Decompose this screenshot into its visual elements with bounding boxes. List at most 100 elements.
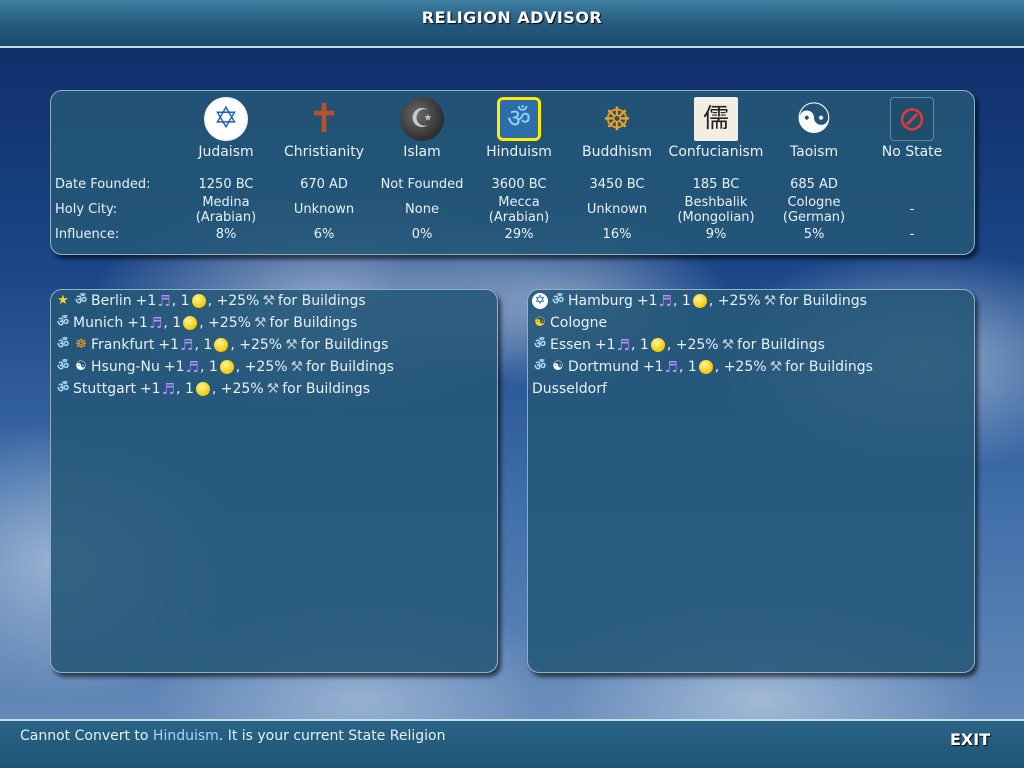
yin-yang-icon[interactable]: ☯ bbox=[792, 97, 836, 141]
production-bonus: +25% bbox=[717, 293, 761, 309]
buddha-icon[interactable]: ☸ bbox=[595, 97, 639, 141]
bonus-description: for Buildings bbox=[300, 337, 389, 353]
culture-bonus: +1 bbox=[594, 337, 616, 353]
separator: , bbox=[211, 381, 217, 397]
title-bar: RELIGION ADVISOR bbox=[0, 0, 1024, 48]
date-founded-value: Not Founded bbox=[380, 177, 464, 192]
culture-note-icon: ♬ bbox=[161, 380, 176, 398]
holy-city-value: Cologne bbox=[787, 195, 841, 210]
confucian-symbol-icon[interactable]: 儒 bbox=[694, 97, 738, 141]
happy-bonus: 1 bbox=[639, 337, 649, 353]
production-bonus: +25% bbox=[239, 337, 283, 353]
religion-name: Christianity bbox=[283, 144, 365, 160]
city-name: Cologne bbox=[550, 315, 608, 331]
star-of-david-icon[interactable]: ✡ bbox=[204, 97, 248, 141]
bonus-description: for Buildings bbox=[269, 315, 358, 331]
production-bonus: +25% bbox=[675, 337, 719, 353]
smiley-icon bbox=[219, 360, 234, 374]
yin-yang-icon: ☯ bbox=[552, 359, 564, 374]
religion-name: Hinduism bbox=[486, 144, 552, 160]
happy-bonus: 1 bbox=[180, 293, 190, 309]
city-row-stuttgart[interactable]: ॐ Stuttgart +1 ♬, 1, +25% ⚒ for Buildings bbox=[51, 378, 497, 400]
separator: , bbox=[714, 359, 720, 375]
separator: , bbox=[673, 293, 678, 309]
city-list-left: ★ ॐ Berlin +1 ♬, 1, +25% ⚒ for Buildings ॐ … bbox=[50, 289, 498, 673]
culture-bonus: +1 bbox=[163, 359, 185, 375]
city-row-hsung-nu[interactable]: ॐ ☯ Hsung-Nu +1 ♬, 1, +25% ⚒ for Buildings bbox=[51, 356, 497, 378]
influence-value: 6% bbox=[313, 227, 335, 242]
date-founded-value: 3450 BC bbox=[589, 177, 645, 192]
om-icon: ॐ bbox=[552, 293, 564, 308]
city-list-right: ✡ ॐ Hamburg +1 ♬, 1, +25% ⚒ for Buildings ☯… bbox=[527, 289, 975, 673]
religion-column-judaism[interactable]: ✡ Judaism 1250 BC Medina (Arabian) 8% bbox=[174, 91, 278, 254]
bonus-description: for Buildings bbox=[737, 337, 825, 353]
city-row-cologne[interactable]: ☯ Cologne bbox=[528, 312, 974, 334]
religion-column-christianity[interactable]: ✝ Christianity 670 AD Unknown 6% bbox=[272, 91, 376, 254]
city-name: Dusseldorf bbox=[532, 381, 607, 397]
holy-city-value: Beshbalik bbox=[684, 195, 748, 210]
holy-city-value: Unknown bbox=[586, 202, 648, 217]
city-row-hamburg[interactable]: ✡ ॐ Hamburg +1 ♬, 1, +25% ⚒ for Buildings bbox=[528, 290, 974, 312]
hammer-icon: ⚒ bbox=[763, 293, 777, 309]
holy-city-label: Holy City: bbox=[55, 202, 118, 217]
religion-name: Taoism bbox=[789, 144, 839, 160]
happy-bonus: 1 bbox=[203, 337, 213, 353]
religion-column-hinduism[interactable]: ॐ Hinduism 3600 BC Mecca (Arabian) 29% bbox=[467, 91, 571, 254]
culture-note-icon: ♬ bbox=[157, 292, 171, 310]
bonus-description: for Buildings bbox=[779, 293, 867, 309]
holy-shrine-icon: ☯ bbox=[534, 315, 546, 330]
crescent-icon[interactable]: ☪ bbox=[400, 97, 444, 141]
separator: , bbox=[207, 293, 213, 309]
om-icon[interactable]: ॐ bbox=[497, 97, 541, 141]
om-icon: ॐ bbox=[57, 359, 69, 374]
influence-value: 9% bbox=[705, 227, 727, 242]
bonus-description: for Buildings bbox=[282, 381, 370, 397]
holy-city-value: Medina bbox=[202, 195, 250, 210]
hammer-icon: ⚒ bbox=[262, 293, 275, 309]
separator: , bbox=[163, 315, 168, 331]
city-row-frankfurt[interactable]: ॐ ☸ Frankfurt +1 ♬, 1, +25% ⚒ for Buildings bbox=[51, 334, 497, 356]
culture-bonus: +1 bbox=[642, 359, 664, 375]
separator: , bbox=[230, 337, 235, 353]
happy-bonus: 1 bbox=[687, 359, 697, 375]
bonus-description: for Buildings bbox=[277, 293, 366, 309]
religion-column-taoism[interactable]: ☯ Taoism 685 AD Cologne (German) 5% bbox=[762, 91, 866, 254]
city-name: Dortmund bbox=[568, 359, 639, 375]
holy-city-civ: (Arabian) bbox=[195, 210, 257, 225]
holy-city-value: - bbox=[909, 202, 915, 217]
religion-column-buddhism[interactable]: ☸ Buddhism 3450 BC Unknown 16% bbox=[565, 91, 669, 254]
bonus-description: for Buildings bbox=[785, 359, 873, 375]
separator: , bbox=[171, 293, 177, 309]
holy-city-civ: (Arabian) bbox=[488, 210, 550, 225]
culture-note-icon: ♬ bbox=[616, 336, 631, 354]
date-founded-value: 670 AD bbox=[300, 177, 348, 192]
smiley-icon bbox=[650, 338, 665, 352]
religion-column-confucianism[interactable]: 儒 Confucianism 185 BC Beshbalik (Mongoli… bbox=[664, 91, 768, 254]
city-row-dusseldorf[interactable]: Dusseldorf bbox=[528, 378, 974, 400]
production-bonus: +25% bbox=[723, 359, 767, 375]
production-bonus: +25% bbox=[244, 359, 288, 375]
city-name: Munich bbox=[73, 315, 124, 331]
smiley-icon bbox=[195, 382, 210, 396]
culture-note-icon: ♬ bbox=[148, 314, 163, 332]
cross-icon[interactable]: ✝ bbox=[302, 97, 346, 141]
city-row-berlin[interactable]: ★ ॐ Berlin +1 ♬, 1, +25% ⚒ for Buildings bbox=[51, 290, 497, 312]
no-state-icon[interactable]: ⊘ bbox=[890, 97, 934, 141]
production-bonus: +25% bbox=[216, 293, 260, 309]
influence-value: 8% bbox=[215, 227, 237, 242]
religion-overview-panel: Date Founded: Holy City: Influence: ✡ Ju… bbox=[50, 90, 975, 255]
status-religion-link[interactable]: Hinduism bbox=[153, 728, 219, 744]
separator: , bbox=[708, 293, 714, 309]
culture-note-icon: ♬ bbox=[185, 358, 199, 376]
city-row-dortmund[interactable]: ॐ ☯ Dortmund +1 ♬, 1, +25% ⚒ for Buildings bbox=[528, 356, 974, 378]
exit-button[interactable]: EXIT bbox=[950, 730, 990, 749]
om-icon: ॐ bbox=[57, 381, 69, 396]
religion-column-islam[interactable]: ☪ Islam Not Founded None 0% bbox=[370, 91, 474, 254]
status-prefix: Cannot Convert to bbox=[20, 728, 149, 744]
city-row-essen[interactable]: ॐ Essen +1 ♬, 1, +25% ⚒ for Buildings bbox=[528, 334, 974, 356]
bonus-description: for Buildings bbox=[306, 359, 394, 375]
hammer-icon: ⚒ bbox=[721, 337, 735, 353]
religion-column-no-state[interactable]: ⊘ No State - - bbox=[860, 91, 964, 254]
city-row-munich[interactable]: ॐ Munich +1 ♬, 1, +25% ⚒ for Buildings bbox=[51, 312, 497, 334]
culture-note-icon: ♬ bbox=[658, 292, 672, 310]
